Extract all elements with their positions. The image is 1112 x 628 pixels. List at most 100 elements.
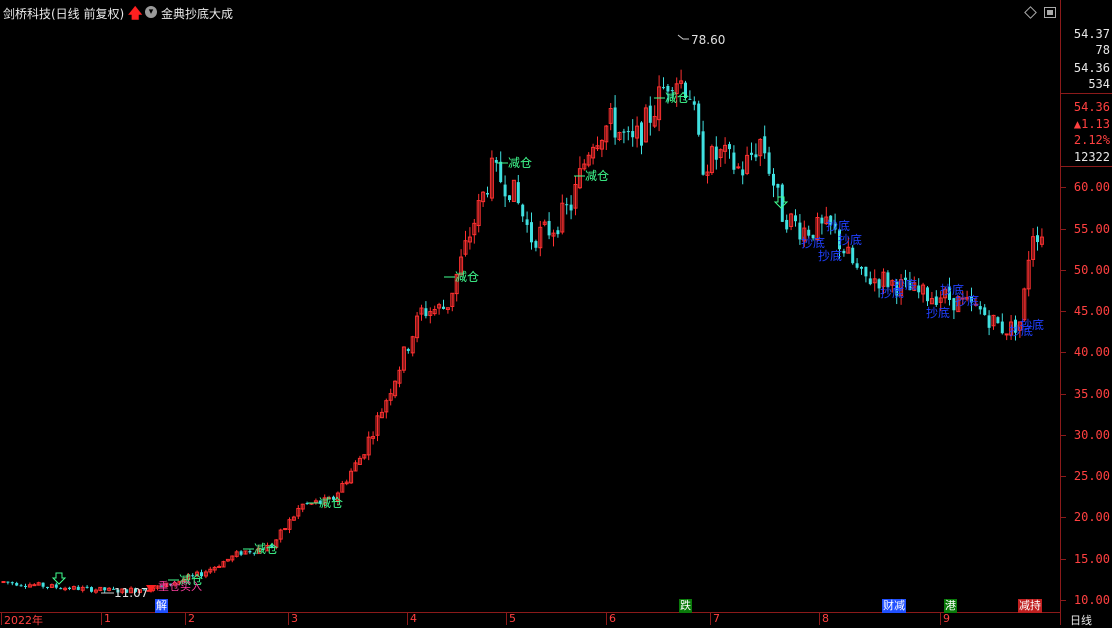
event-marker[interactable]: 财减 — [882, 599, 906, 613]
x-axis-label: 4 — [410, 612, 417, 625]
candle-body-up — [283, 528, 288, 531]
candle-body-down — [59, 588, 63, 590]
panel-divider — [1060, 93, 1112, 94]
reduce-position-label: 减仓 — [508, 156, 532, 170]
y-axis-tick — [1061, 187, 1066, 188]
down-arrow-icon — [51, 572, 67, 585]
candle-body-down — [613, 107, 617, 138]
x-axis-tick — [940, 612, 941, 625]
candle-body-down — [530, 222, 533, 243]
candle-body-down — [728, 144, 731, 150]
reduce-position-label: 减仓 — [455, 270, 479, 284]
y-axis-label: 35.00 — [1073, 387, 1110, 401]
red-up-arrow-icon: 🡅 — [128, 6, 143, 22]
candle-body-down — [631, 131, 635, 138]
quote-value-2: 78 — [1095, 43, 1110, 57]
bottom-signal-label: 抄底 — [1020, 317, 1044, 332]
candle-body-down — [516, 182, 520, 204]
candle-body-down — [1000, 321, 1004, 334]
quote-percent: 2.12% — [1073, 133, 1110, 147]
event-marker[interactable]: 解 — [155, 599, 168, 613]
x-axis-tick — [506, 612, 507, 625]
candle-body-down — [917, 285, 921, 293]
candle-body-down — [754, 154, 758, 158]
candle-body-down — [851, 247, 855, 264]
candle-body-down — [46, 586, 49, 588]
period-label[interactable]: 日线 — [1070, 612, 1092, 628]
candle-body-down — [6, 581, 10, 583]
event-marker[interactable]: 港 — [944, 599, 957, 613]
y-axis-tick — [1061, 394, 1066, 395]
candle-body-down — [868, 278, 872, 285]
bottom-signal-label: 抄底 — [893, 277, 917, 292]
candle-body-up — [217, 565, 222, 568]
y-axis-tick — [1061, 517, 1066, 518]
y-axis-tick — [1061, 311, 1066, 312]
reduce-position-label: 减仓 — [254, 542, 278, 556]
candle-body-down — [648, 105, 652, 123]
candle-body-down — [486, 193, 489, 195]
x-axis-tick — [407, 612, 408, 625]
candle-body-down — [424, 308, 428, 317]
quote-value-3: 54.36 — [1073, 61, 1110, 75]
candle-body-down — [508, 195, 511, 201]
x-axis-tick — [185, 612, 186, 625]
candle-body-down — [662, 87, 665, 89]
candle-body-down — [996, 317, 1000, 324]
candlestick-chart[interactable]: 78.6011.07减仓减仓减仓减仓减仓减仓减仓抄底抄底抄底抄底抄底抄底抄底抄底… — [0, 0, 1060, 612]
candle-body-down — [85, 586, 89, 588]
candle-body-down — [90, 587, 93, 592]
candle-body-down — [983, 307, 987, 315]
y-axis-tick — [1061, 352, 1066, 353]
candle-body-down — [68, 587, 71, 590]
candle-body-down — [978, 306, 982, 310]
candle-body-down — [987, 315, 991, 328]
high-marker — [677, 34, 689, 40]
x-axis-label: 3 — [291, 612, 298, 625]
candle-body-down — [626, 131, 630, 133]
y-axis-label: 25.00 — [1073, 469, 1110, 483]
candle-body-down — [525, 219, 529, 225]
low-price-label: 11.07 — [114, 586, 148, 600]
candle-body-down — [19, 585, 23, 587]
candle-body-down — [24, 585, 27, 587]
candle-body-down — [521, 204, 525, 217]
candle-body-down — [807, 229, 811, 236]
y-axis-tick — [1061, 229, 1066, 230]
reduce-position-label: 减仓 — [319, 496, 343, 510]
indicator-settings-icon[interactable]: ▾ — [145, 6, 157, 18]
candle-body-down — [714, 146, 718, 160]
y-axis-label: 60.00 — [1073, 180, 1110, 194]
heavy-buy-label: 重仓买入 — [158, 579, 202, 593]
candle-body-down — [767, 152, 771, 174]
quote-value-5: 54.36 — [1073, 100, 1110, 114]
candle-body-down — [772, 173, 775, 186]
y-axis-tick — [1061, 435, 1066, 436]
event-marker[interactable]: 减持 — [1018, 599, 1042, 613]
x-axis-label: 5 — [509, 612, 516, 625]
reduce-position-label: 减仓 — [585, 169, 609, 183]
candle-body-up — [736, 166, 741, 169]
candle-body-down — [76, 586, 80, 590]
indicator-name[interactable]: 金典抄底大成 — [161, 5, 233, 22]
quote-volume: 12322 — [1073, 150, 1110, 164]
candle-body-down — [934, 296, 938, 305]
y-axis-label: 55.00 — [1073, 222, 1110, 236]
event-marker[interactable]: 跌 — [679, 599, 692, 613]
y-axis-tick — [1061, 476, 1066, 477]
candle-body-down — [697, 103, 701, 135]
candle-body-down — [692, 101, 696, 105]
candle-body-down — [499, 161, 503, 183]
maximize-icon[interactable] — [1044, 7, 1056, 18]
diamond-icon[interactable] — [1024, 6, 1037, 19]
candle-body-down — [406, 348, 410, 351]
stock-title: 剑桥科技(日线 前复权) — [3, 7, 125, 21]
candle-body-up — [32, 584, 37, 587]
candle-body-down — [750, 152, 753, 155]
x-axis-tick — [288, 612, 289, 625]
candle-body-down — [41, 582, 45, 587]
candle-body-down — [556, 230, 560, 235]
y-axis-label: 20.00 — [1073, 510, 1110, 524]
bottom-signal-label: 抄底 — [801, 235, 825, 250]
y-axis-label: 45.00 — [1073, 304, 1110, 318]
